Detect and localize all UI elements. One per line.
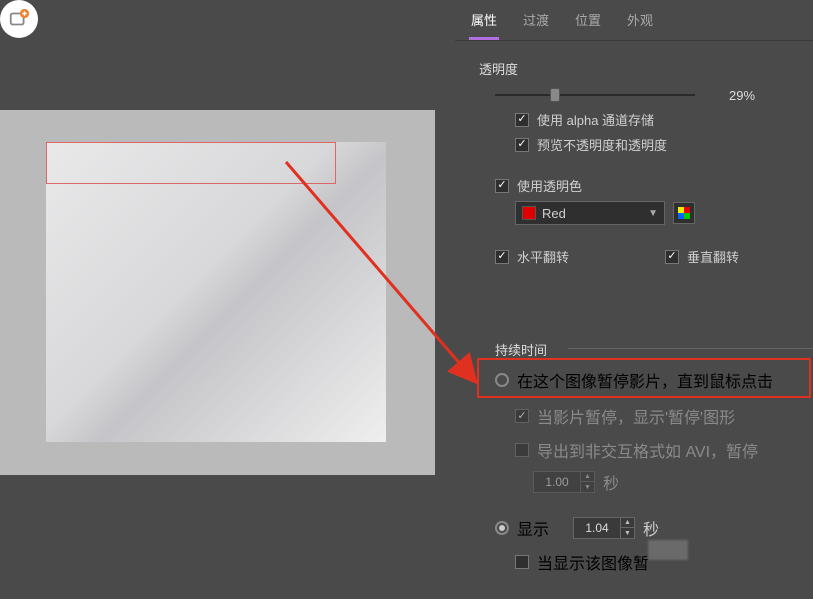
label-flip-vertical: 垂直翻转 xyxy=(687,247,739,266)
checkbox-show-pause-graphic xyxy=(515,409,529,423)
section-opacity-title: 透明度 xyxy=(479,59,813,78)
section-duration-title: 持续时间 xyxy=(495,340,547,359)
tab-appearance[interactable]: 外观 xyxy=(625,4,655,40)
tab-properties[interactable]: 属性 xyxy=(469,4,499,40)
transp-color-value: Red xyxy=(542,206,566,221)
tab-transition[interactable]: 过渡 xyxy=(521,4,551,40)
export-pause-seconds-spinner: ▲▼ xyxy=(533,471,595,493)
display-seconds-spinner[interactable]: ▲▼ xyxy=(573,517,635,539)
label-use-transp-color: 使用透明色 xyxy=(517,176,582,195)
export-seconds-unit: 秒 xyxy=(603,470,619,494)
radio-display[interactable] xyxy=(495,521,509,535)
opacity-slider-thumb[interactable] xyxy=(550,88,560,102)
spinner-down-icon[interactable]: ▼ xyxy=(620,528,634,538)
display-seconds-unit: 秒 xyxy=(643,516,659,540)
checkbox-preview-both[interactable] xyxy=(515,138,529,152)
checkbox-use-alpha[interactable] xyxy=(515,113,529,127)
preview-image xyxy=(46,142,386,442)
selection-rectangle[interactable] xyxy=(46,142,336,184)
checkbox-when-display-pause[interactable] xyxy=(515,555,529,569)
checkbox-use-transp-color[interactable] xyxy=(495,179,509,193)
preview-canvas[interactable] xyxy=(0,110,435,475)
label-use-alpha: 使用 alpha 通道存储 xyxy=(537,110,654,129)
opacity-value: 29% xyxy=(729,88,755,103)
capture-plus-icon xyxy=(8,8,30,30)
spinner-up-icon: ▲ xyxy=(580,472,594,482)
section-separator xyxy=(568,348,813,349)
export-pause-seconds-input xyxy=(534,472,580,492)
spinner-up-icon[interactable]: ▲ xyxy=(620,518,634,528)
color-grid-icon xyxy=(678,207,690,219)
chevron-down-icon: ▼ xyxy=(648,208,658,219)
label-export-noninteractive: 导出到非交互格式如 AVI，暂停 xyxy=(537,438,758,462)
obscured-region xyxy=(648,540,688,560)
transp-color-dropdown[interactable]: Red ▼ xyxy=(515,201,665,225)
label-preview-both: 预览不透明度和透明度 xyxy=(537,135,667,154)
label-pause-until-click: 在这个图像暂停影片，直到鼠标点击 xyxy=(517,368,773,392)
opacity-slider[interactable] xyxy=(495,86,695,104)
label-show-pause-graphic: 当影片暂停，显示'暂停'图形 xyxy=(537,404,735,428)
new-capture-icon[interactable] xyxy=(0,0,38,38)
checkbox-export-noninteractive xyxy=(515,443,529,457)
checkbox-flip-vertical[interactable] xyxy=(665,250,679,264)
label-flip-horizontal: 水平翻转 xyxy=(517,247,569,266)
label-when-display-pause: 当显示该图像暂 xyxy=(537,550,649,574)
display-seconds-input[interactable] xyxy=(574,518,620,538)
panel-tabs: 属性 过渡 位置 外观 xyxy=(455,0,813,41)
radio-pause-until-click[interactable] xyxy=(495,373,509,387)
label-display: 显示 xyxy=(517,516,549,540)
tab-position[interactable]: 位置 xyxy=(573,4,603,40)
checkbox-flip-horizontal[interactable] xyxy=(495,250,509,264)
color-picker-button[interactable] xyxy=(673,202,695,224)
spinner-down-icon: ▼ xyxy=(580,482,594,492)
color-swatch-icon xyxy=(522,206,536,220)
